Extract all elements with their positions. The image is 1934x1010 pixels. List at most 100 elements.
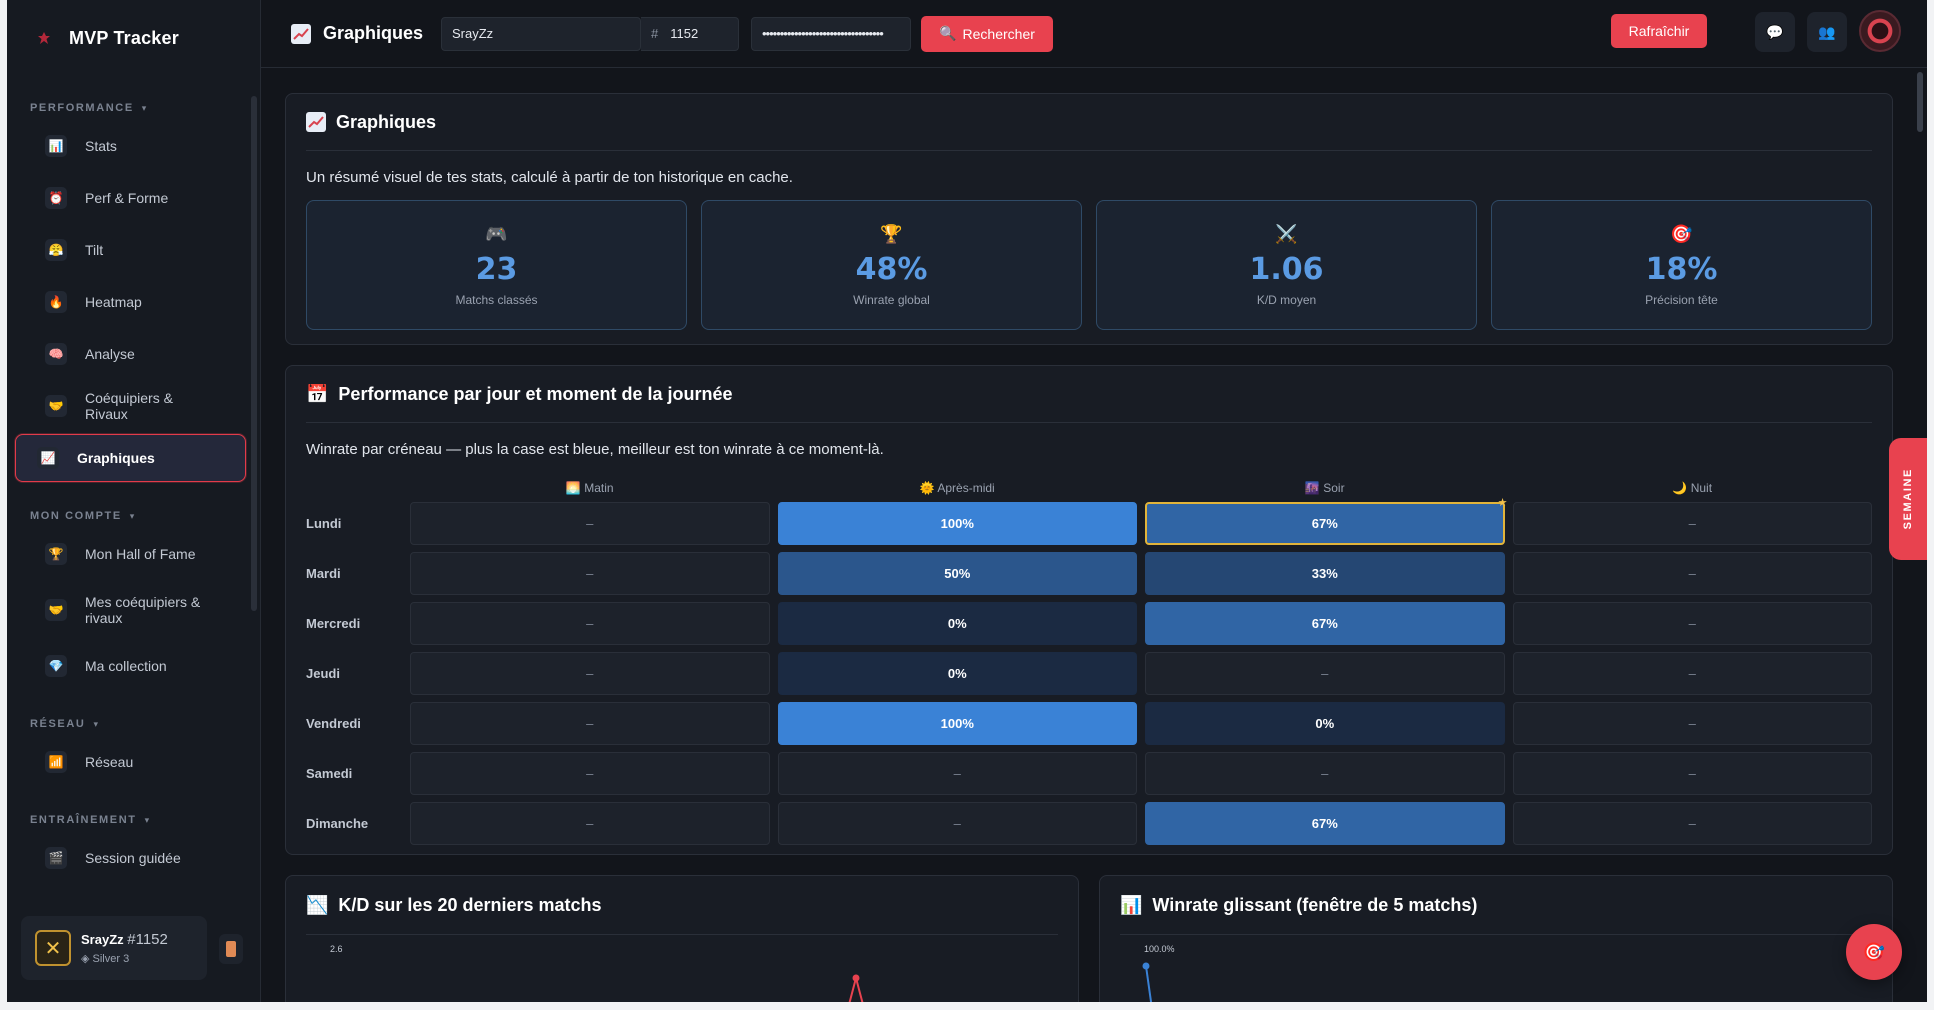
sidebar-item-reseau[interactable]: 📶 Réseau (15, 736, 246, 788)
winrate-point (1142, 962, 1150, 970)
heatmap-cell[interactable]: 67% (1145, 496, 1507, 545)
player-name-input[interactable]: SrayZz (441, 16, 641, 51)
overview-title: Graphiques (336, 111, 437, 132)
chat-button[interactable]: 💬 (1755, 12, 1795, 52)
heatmap-cell[interactable]: – (777, 751, 1137, 795)
heatmap-cell[interactable]: – (410, 801, 770, 845)
sidebar-section-label[interactable]: MON COMPTE ▾ (7, 484, 260, 528)
heatmap-cell[interactable]: – (1512, 701, 1872, 745)
friends-button[interactable]: 👥 (1807, 12, 1847, 52)
winrate-title: Winrate glissant (fenêtre de 5 matchs) (1152, 894, 1478, 915)
sidebar-section-label[interactable]: RÉSEAU ▾ (7, 692, 260, 736)
sidebar-item-heatmap[interactable]: 🔥 Heatmap (15, 276, 246, 328)
heatmap-cell[interactable]: 0% (777, 601, 1137, 645)
heatmap-cell[interactable]: – (410, 601, 770, 645)
heatmap-cell[interactable]: – (1512, 651, 1872, 695)
sidebar-item-label: Stats (85, 138, 117, 154)
profile-avatar[interactable] (1859, 10, 1901, 52)
sidebar-section-label[interactable]: ENTRAÎNEMENT ▾ (7, 788, 260, 832)
kd-chart: 2.6 (330, 944, 864, 1002)
chart-up-icon (306, 112, 326, 132)
winrate-line (1145, 965, 1153, 1002)
sidebar-item-graphiques[interactable]: 📈 Graphiques (15, 434, 246, 482)
sidebar-item-label: Perf & Forme (85, 190, 169, 206)
kpi-label: Précision tête (1645, 292, 1718, 307)
nav-icon: 💎 (45, 655, 67, 677)
kpi-row: 🎮 23 Matchs classés 🏆 48% Winrate global ⚔️ 1.0… (286, 186, 1892, 330)
target-fab-button[interactable]: 🎯 (1846, 924, 1902, 980)
heatmap-cell[interactable]: – (1512, 801, 1872, 845)
heatmap-column-header: 🌙 Nuit (1672, 481, 1713, 495)
heatmap-cell[interactable]: 50% (777, 551, 1137, 595)
sidebar-item-stats[interactable]: 📊 Stats (15, 120, 246, 172)
heatmap-cell[interactable]: – (410, 501, 770, 545)
heatmap-cell[interactable]: – (1145, 751, 1505, 795)
heatmap-cell[interactable]: – (1512, 601, 1872, 645)
heatmap-cell[interactable]: – (410, 701, 770, 745)
sidebar-item-mon-hall-of-fame[interactable]: 🏆 Mon Hall of Fame (15, 528, 246, 580)
sidebar-item-mes-coequipiers-rivaux[interactable]: 🤝 Mes coéquipiers & rivaux (15, 580, 246, 640)
time-of-day-icon: 🌆 (1304, 481, 1320, 495)
sidebar-item-perf-forme[interactable]: ⏰ Perf & Forme (15, 172, 246, 224)
nav-icon: 📈 (37, 447, 59, 469)
refresh-button[interactable]: Rafraîchir (1611, 14, 1707, 48)
winrate-chart: 100.0% (1142, 944, 1175, 1002)
user-name: SrayZz (81, 932, 124, 947)
kpi-icon: 🎯 (1670, 223, 1693, 244)
nav-icon: 🔥 (45, 291, 67, 313)
main-area: Graphiques SrayZz #1152 ••••••••••••••••… (261, 0, 1927, 1002)
player-tag-input[interactable]: #1152 (641, 16, 739, 51)
search-button[interactable]: 🔍 Rechercher (921, 15, 1053, 52)
sidebar-item-label: Session guidée (85, 850, 181, 866)
kpi-card: 🏆 48% Winrate global (701, 200, 1082, 330)
sidebar-item-label: Tilt (85, 242, 104, 258)
heatmap-cell[interactable]: 67% (1145, 601, 1505, 645)
heatmap-cell[interactable]: – (1512, 501, 1872, 545)
heatmap-cell[interactable]: – (410, 651, 770, 695)
heatmap-cell[interactable]: 0% (777, 651, 1137, 695)
api-key-input[interactable]: •••••••••••••••••••••••••••••••••• (751, 16, 911, 51)
sidebar-section-label[interactable]: PERFORMANCE ▾ (7, 76, 260, 120)
heatmap-cell[interactable]: 0% (1145, 701, 1505, 745)
heatmap-cell[interactable]: 33% (1145, 551, 1505, 595)
chevron-down-icon: ▾ (141, 102, 148, 113)
sidebar-item-label: Réseau (85, 754, 134, 770)
user-card[interactable]: ✕ SrayZz #1152 ◈ Silver 3 (21, 916, 207, 980)
heatmap-cell[interactable]: – (1512, 751, 1872, 795)
heatmap-row: Jeudi –0% – – (286, 648, 1892, 698)
sidebar-item-session-guidee[interactable]: 🎬 Session guidée (15, 832, 246, 884)
heatmap-cell[interactable]: 67% (1145, 801, 1505, 845)
kpi-value: 48% (855, 251, 928, 287)
heatmap-description: Winrate par créneau — plus la case est b… (306, 441, 884, 458)
heatmap-day-label: Dimanche (306, 815, 369, 831)
kpi-icon: 🎮 (485, 223, 508, 244)
sidebar-item-analyse[interactable]: 🧠 Analyse (15, 328, 246, 380)
logout-button[interactable] (219, 934, 243, 964)
kpi-label: Matchs classés (455, 292, 538, 307)
heatmap-cell[interactable]: 100% (777, 701, 1137, 745)
sidebar-item-tilt[interactable]: 😤 Tilt (15, 224, 246, 276)
heatmap-cell[interactable]: – (777, 801, 1137, 845)
heatmap-cell[interactable]: – (410, 551, 770, 595)
user-tag: #1152 (127, 931, 168, 948)
kpi-value: 1.06 (1249, 251, 1324, 287)
time-of-day-icon: 🌙 (1672, 481, 1688, 495)
week-side-tab[interactable]: SEMAINE (1889, 438, 1927, 560)
heatmap-row: Dimanche – –67% – (286, 798, 1892, 848)
calendar-icon: 📅 (306, 383, 329, 404)
sidebar-item-ma-collection[interactable]: 💎 Ma collection (15, 640, 246, 692)
nav-icon: 🏆 (45, 543, 67, 565)
brand[interactable]: MVP Tracker (7, 0, 260, 76)
heatmap-cell[interactable]: 100% (777, 501, 1137, 545)
chevron-down-icon: ▾ (129, 510, 136, 521)
heatmap-cell[interactable]: – (1145, 651, 1505, 695)
sidebar-item-coequipiers-rivaux[interactable]: 🤝 Coéquipiers & Rivaux (15, 380, 246, 432)
nav-icon: 📶 (45, 751, 67, 773)
kpi-card: ⚔️ 1.06 K/D moyen (1096, 200, 1477, 330)
heatmap-cell[interactable]: – (1512, 551, 1872, 595)
nav-icon: 😤 (45, 239, 67, 261)
heatmap-cell[interactable]: – (410, 751, 770, 795)
sidebar-scrollbar[interactable] (251, 96, 257, 611)
bottom-panels: 📉 K/D sur les 20 derniers matchs 2.6 📊 W… (285, 875, 1927, 1002)
nav-icon: 🤝 (45, 395, 67, 417)
